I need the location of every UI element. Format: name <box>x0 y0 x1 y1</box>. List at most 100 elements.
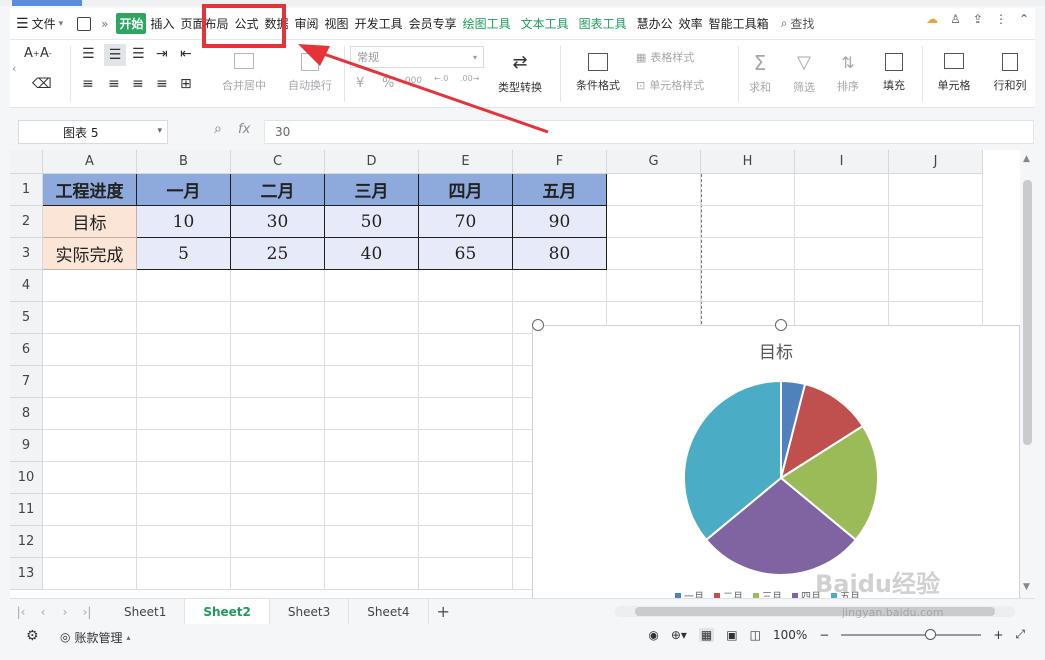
decrease-font-icon[interactable]: A- <box>40 46 52 61</box>
formula-input[interactable]: 30 <box>264 120 1034 144</box>
account-manager-button[interactable]: ◎ 账款管理 ▴ <box>60 629 131 646</box>
resize-handle-top[interactable] <box>775 319 787 331</box>
cell[interactable] <box>137 526 231 558</box>
save-icon[interactable] <box>77 16 92 31</box>
vertical-scrollbar[interactable]: ▲ ▼ <box>1020 150 1035 598</box>
cell[interactable] <box>43 302 137 334</box>
cell[interactable] <box>43 270 137 302</box>
align-top-icon[interactable]: ☰ <box>82 46 95 62</box>
cell[interactable] <box>607 206 701 238</box>
data-cell[interactable]: 25 <box>231 238 325 270</box>
data-cell[interactable]: 10 <box>137 206 231 238</box>
active-window-tab[interactable] <box>12 0 82 6</box>
row-header-2[interactable]: 2 <box>10 206 43 238</box>
column-header-B[interactable]: B <box>137 150 231 174</box>
cell[interactable] <box>889 270 983 302</box>
scroll-down-icon[interactable]: ▼ <box>1023 582 1030 592</box>
cell[interactable] <box>419 398 513 430</box>
column-header-J[interactable]: J <box>889 150 983 174</box>
column-header-C[interactable]: C <box>231 150 325 174</box>
fill-button[interactable]: 填充 <box>874 46 914 100</box>
justify-icon[interactable]: ≡ <box>156 76 168 92</box>
row-label-cell[interactable]: 实际完成 <box>43 238 137 270</box>
cell[interactable] <box>43 526 137 558</box>
tab-14[interactable]: 智能工具箱 <box>707 15 771 32</box>
more-options-icon[interactable]: ⋮ <box>995 12 1007 26</box>
cell[interactable] <box>607 174 701 206</box>
data-cell[interactable]: 80 <box>513 238 607 270</box>
data-cell[interactable]: 5 <box>137 238 231 270</box>
cell[interactable] <box>795 238 889 270</box>
cell-style-button[interactable]: ⊡ 单元格样式 <box>636 74 704 96</box>
table-header-cell[interactable]: 二月 <box>231 174 325 206</box>
merge-center-button[interactable]: 合并居中 <box>212 46 276 100</box>
table-header-cell[interactable]: 工程进度 <box>43 174 137 206</box>
cell[interactable] <box>419 366 513 398</box>
type-convert-button[interactable]: ⇄ 类型转换 <box>488 46 552 100</box>
cell[interactable] <box>325 430 419 462</box>
row-header-11[interactable]: 11 <box>10 494 43 526</box>
row-label-cell[interactable]: 目标 <box>43 206 137 238</box>
align-middle-icon[interactable]: ☰ <box>104 44 126 66</box>
zoom-slider[interactable] <box>841 628 982 642</box>
row-header-1[interactable]: 1 <box>10 174 43 206</box>
cell[interactable] <box>607 238 701 270</box>
cell[interactable] <box>137 398 231 430</box>
tab-9[interactable]: 绘图工具 <box>461 15 513 32</box>
cell[interactable] <box>419 334 513 366</box>
cell[interactable] <box>137 462 231 494</box>
first-sheet-icon[interactable]: |‹ <box>10 605 32 619</box>
cell[interactable] <box>231 270 325 302</box>
zoom-in-icon[interactable]: + <box>993 628 1003 642</box>
cell-button[interactable]: 单元格 <box>928 46 980 100</box>
cell[interactable] <box>231 334 325 366</box>
indent-icon[interactable]: ⇥ <box>156 46 168 62</box>
sheet-tab-Sheet4[interactable]: Sheet4 <box>349 598 429 625</box>
table-header-cell[interactable]: 三月 <box>325 174 419 206</box>
tab-13[interactable]: 效率 <box>677 15 705 32</box>
select-all-corner[interactable] <box>10 150 43 174</box>
cell[interactable] <box>325 302 419 334</box>
cell[interactable] <box>701 238 795 270</box>
scroll-left-icon[interactable]: ‹ <box>12 62 16 75</box>
cell[interactable] <box>607 270 701 302</box>
tab-1[interactable]: 插入 <box>148 15 176 32</box>
page-layout-view-icon[interactable]: ▣ <box>726 628 737 642</box>
cell[interactable] <box>137 366 231 398</box>
data-cell[interactable]: 40 <box>325 238 419 270</box>
next-sheet-icon[interactable]: › <box>54 605 76 619</box>
tab-8[interactable]: 会员专享 <box>407 15 459 32</box>
align-left-icon[interactable]: ≡ <box>82 76 94 92</box>
cell[interactable] <box>43 462 137 494</box>
data-cell[interactable]: 30 <box>231 206 325 238</box>
tab-11[interactable]: 图表工具 <box>577 15 629 32</box>
vertical-scroll-thumb[interactable] <box>1023 180 1032 445</box>
cell[interactable] <box>419 302 513 334</box>
thousands-icon[interactable]: ,000 <box>402 76 422 86</box>
horizontal-scrollbar[interactable] <box>615 606 1015 617</box>
cell[interactable] <box>43 366 137 398</box>
table-header-cell[interactable]: 一月 <box>137 174 231 206</box>
cell[interactable] <box>419 462 513 494</box>
outdent-icon[interactable]: ⇤ <box>180 46 192 62</box>
row-col-button[interactable]: 行和列 <box>986 46 1034 100</box>
cell[interactable] <box>325 366 419 398</box>
column-header-F[interactable]: F <box>513 150 607 174</box>
fx-icon[interactable]: fx <box>238 122 250 137</box>
prev-sheet-icon[interactable]: ‹ <box>32 605 54 619</box>
cell[interactable] <box>795 270 889 302</box>
cell[interactable] <box>137 334 231 366</box>
row-header-6[interactable]: 6 <box>10 334 43 366</box>
data-cell[interactable]: 90 <box>513 206 607 238</box>
cell[interactable] <box>795 206 889 238</box>
number-format-select[interactable]: 常规 ▾ <box>350 46 484 68</box>
cell[interactable] <box>325 494 419 526</box>
zoom-knob[interactable] <box>925 628 937 640</box>
tab-10[interactable]: 文本工具 <box>519 15 571 32</box>
pie-chart[interactable]: 目标 一月 二月 三月 四月 五月 Baidu经验 <box>532 325 1020 600</box>
wrap-text-button[interactable]: 自动换行 <box>282 46 338 100</box>
column-header-A[interactable]: A <box>43 150 137 174</box>
search-button[interactable]: ⌕ 查找 <box>781 15 815 32</box>
data-cell[interactable]: 50 <box>325 206 419 238</box>
zoom-out-icon[interactable]: − <box>819 628 829 642</box>
